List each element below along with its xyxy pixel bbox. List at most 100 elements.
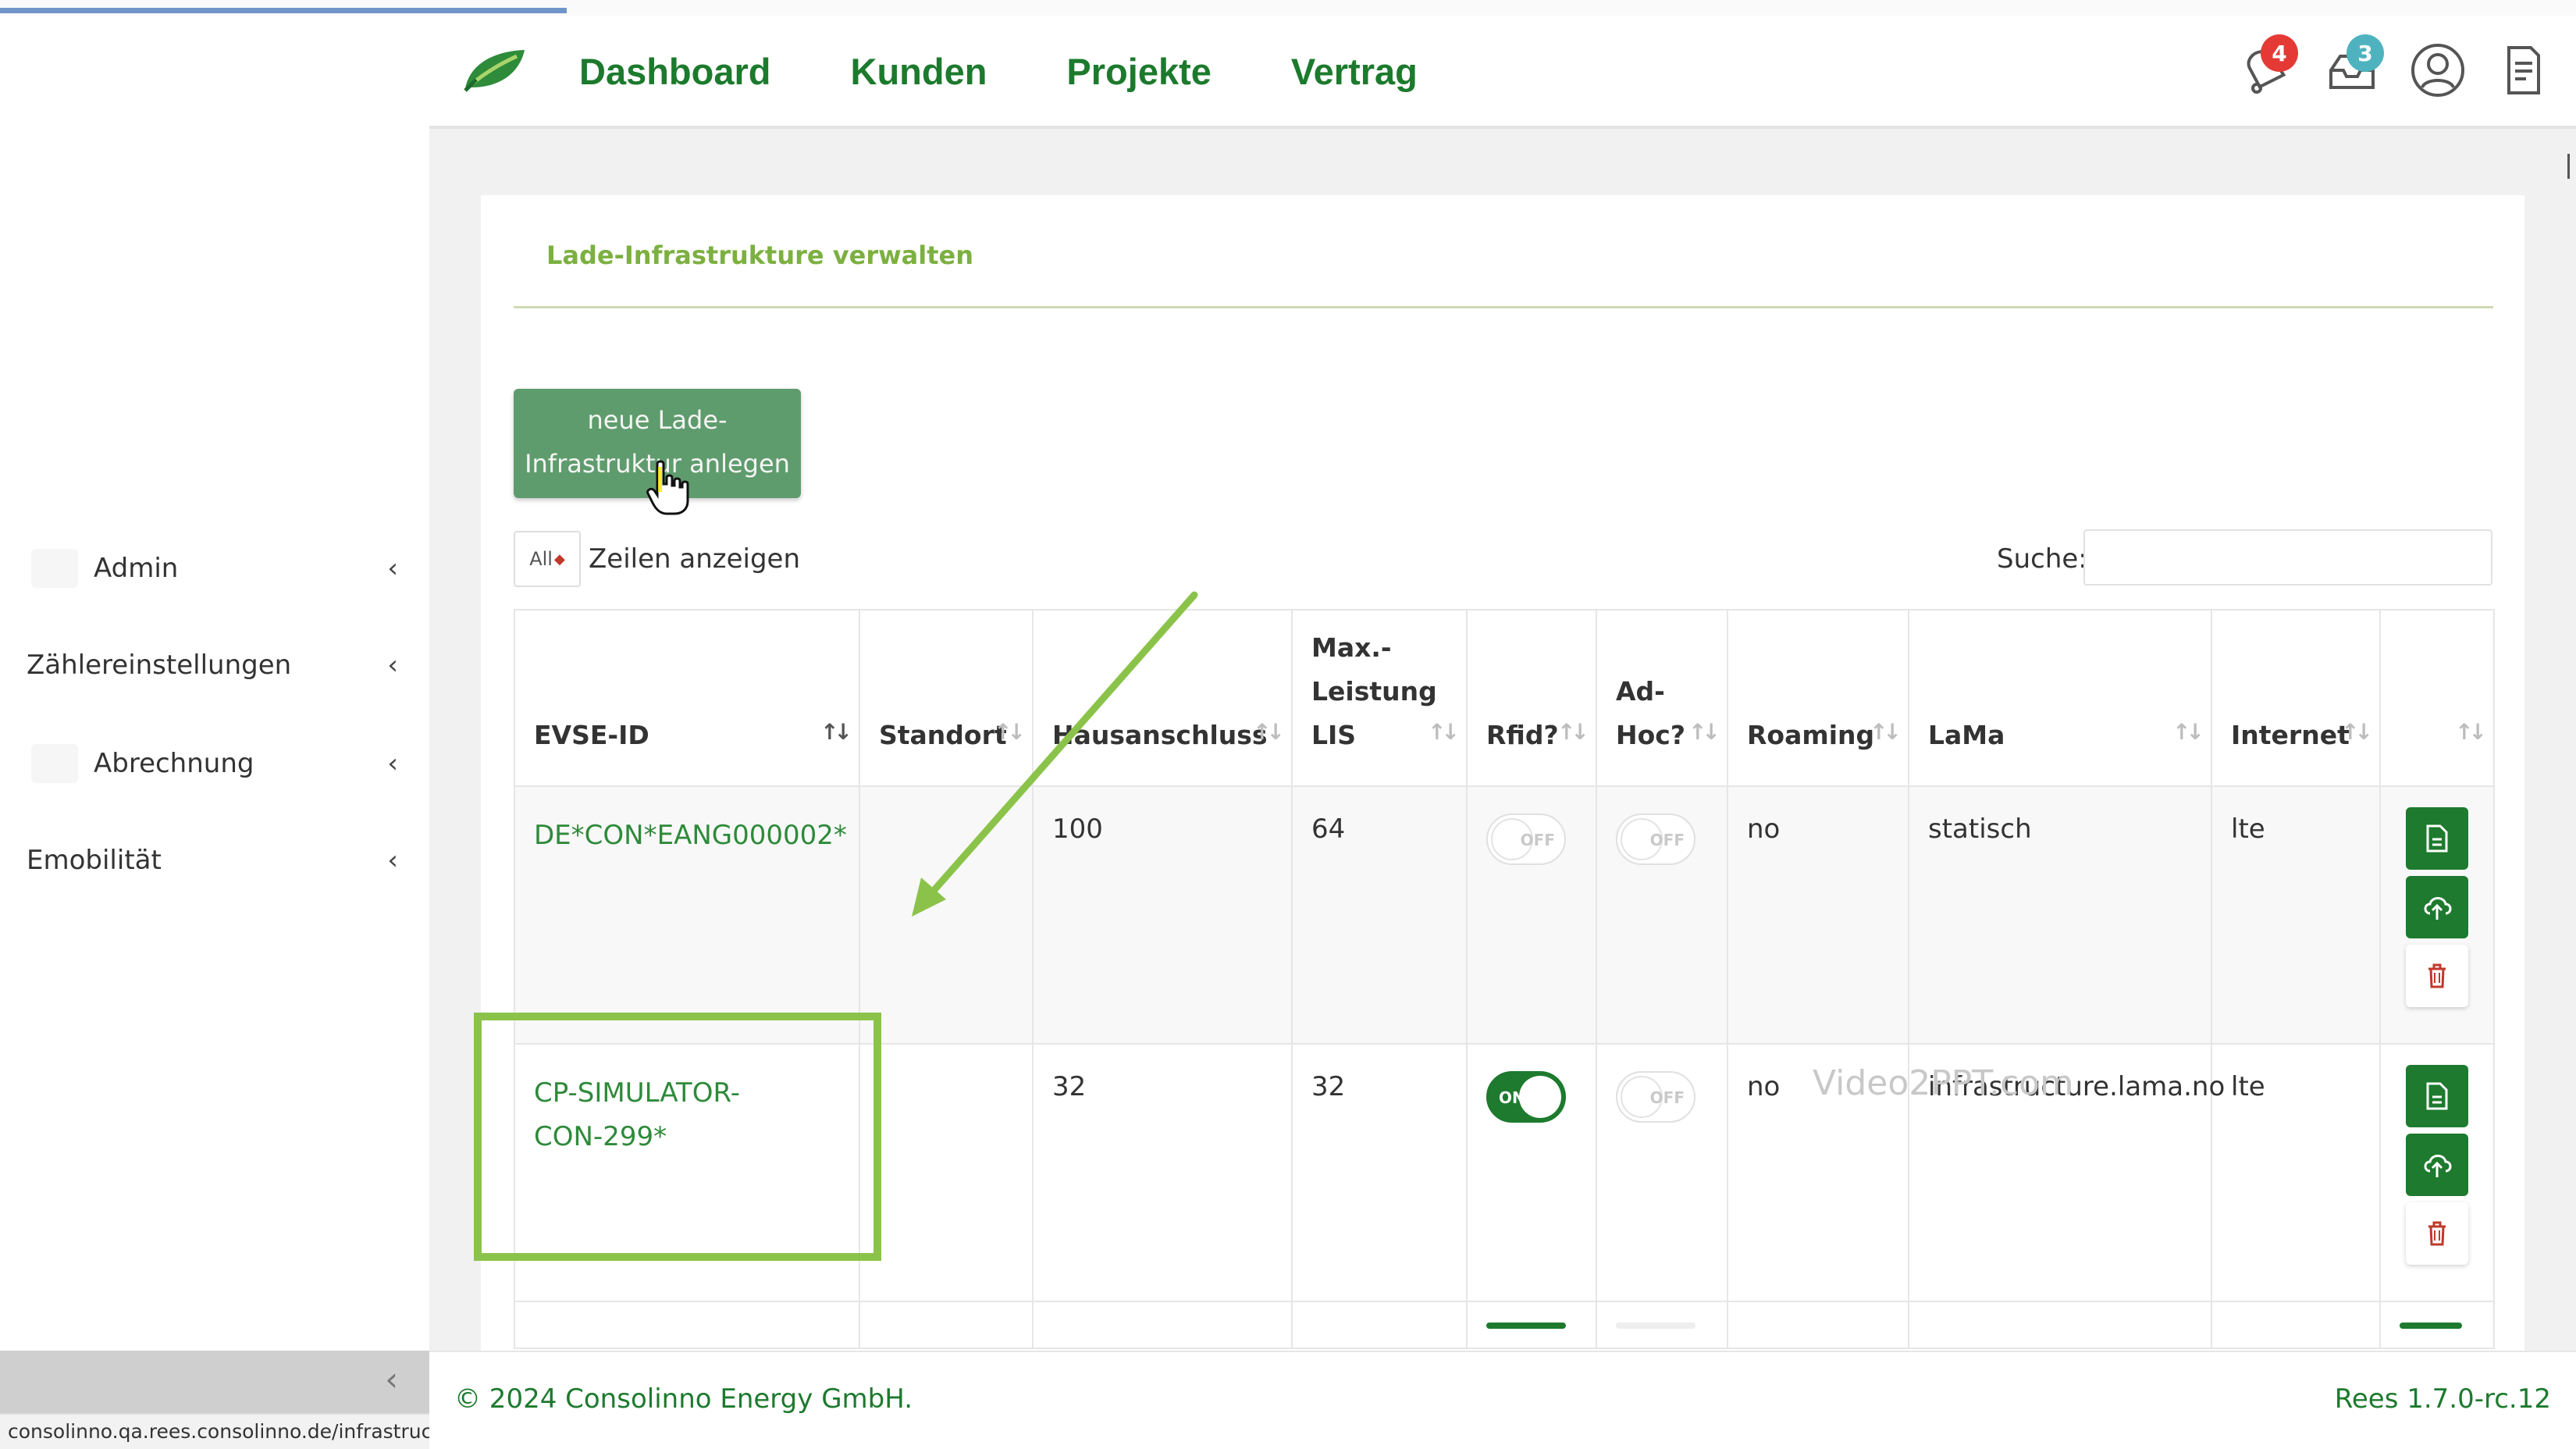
cell-lama <box>1908 1301 2212 1349</box>
divider <box>514 306 2493 308</box>
cell-standort <box>859 1043 1034 1302</box>
toggle-state: OFF <box>1649 1088 1685 1107</box>
toggle-state: OFF <box>1649 831 1685 849</box>
cell-evse-id[interactable]: DE*CON*EANG000002* <box>514 785 860 1045</box>
header-label: Rfid? <box>1486 720 1559 750</box>
column-header-max-leistung[interactable]: Max.- Leistung LIS ↑↓ <box>1291 609 1468 787</box>
scrollbar[interactable] <box>2567 154 2570 179</box>
rows-per-page-label: Zeilen anzeigen <box>589 543 801 575</box>
sidebar-item-label: Emobilität <box>27 845 162 876</box>
column-header-roaming[interactable]: Roaming ↑↓ <box>1727 609 1909 787</box>
footer-copyright: © 2024 Consolinno Energy GmbH. <box>454 1383 913 1415</box>
sidebar-collapse-button[interactable]: ‹ <box>0 1351 429 1413</box>
browser-loading-bar <box>0 0 2576 17</box>
header-label-line: Max.- <box>1311 632 1392 663</box>
trash-icon <box>2428 1221 2446 1246</box>
cell-evse-id[interactable]: CP-SIMULATOR- CON-299* <box>514 1043 860 1302</box>
edit-button[interactable] <box>2400 1323 2462 1329</box>
header-label: EVSE-ID <box>534 720 649 750</box>
cell-standort <box>859 1301 1034 1349</box>
row-actions <box>2381 1065 2493 1265</box>
cloud-upload-icon <box>2424 897 2452 920</box>
consolinno-logo[interactable] <box>461 45 528 94</box>
cell-max-leistung <box>1291 1301 1468 1349</box>
column-header-rfid[interactable]: Rfid? ↑↓ <box>1466 609 1597 787</box>
button-label-line1: neue Lade- <box>587 405 728 435</box>
column-header-evse-id[interactable]: EVSE-ID ↑↓ <box>514 609 860 787</box>
rows-per-page-select[interactable]: All ◆ <box>514 531 581 587</box>
footer: © 2024 Consolinno Energy GmbH. Rees 1.7.… <box>429 1351 2576 1449</box>
sidebar-item-abrechnung[interactable]: Abrechnung ‹ <box>0 724 429 803</box>
cell-rfid: OFF <box>1466 785 1597 1045</box>
rfid-toggle[interactable]: ON <box>1486 1071 1566 1123</box>
sort-icon: ↑↓ <box>994 719 1026 745</box>
header-label-line: Leistung <box>1311 676 1437 707</box>
header-label: LaMa <box>1928 720 2005 750</box>
edit-button[interactable] <box>2406 807 2468 870</box>
nav-projekte[interactable]: Projekte <box>1066 50 1211 93</box>
header-label-line: Ad- <box>1616 676 1665 707</box>
cell-max-leistung: 32 <box>1291 1043 1468 1302</box>
sidebar-item-admin[interactable]: Admin ‹ <box>0 529 429 607</box>
sidebar-item-zaehlereinstellungen[interactable]: Zählereinstellungen ‹ <box>0 626 429 704</box>
notifications-badge: 4 <box>2261 34 2298 72</box>
rfid-toggle[interactable]: OFF <box>1486 814 1566 865</box>
page-title: Lade-Infrastrukture verwalten <box>546 240 973 270</box>
adhoc-toggle[interactable]: OFF <box>1616 1071 1695 1123</box>
nav-kunden[interactable]: Kunden <box>851 50 987 93</box>
infrastructure-card: Lade-Infrastrukture verwalten neue Lade-… <box>481 195 2524 1351</box>
column-header-hausanschluss[interactable]: Hausanschluss ↑↓ <box>1032 609 1293 787</box>
document-icon <box>2426 1082 2448 1110</box>
user-icon <box>2411 44 2464 97</box>
rfid-toggle[interactable] <box>1486 1323 1566 1329</box>
upload-button[interactable] <box>2406 1134 2468 1196</box>
header-label: Internet <box>2231 720 2350 750</box>
cell-lama: statisch <box>1908 785 2212 1045</box>
table-row: CP-SIMULATOR- CON-299* 32 32 ON OFF no in… <box>514 1043 2495 1302</box>
column-header-internet[interactable]: Internet ↑↓ <box>2211 609 2381 787</box>
adhoc-toggle[interactable]: OFF <box>1616 814 1695 865</box>
header-label: Roaming <box>1747 720 1875 750</box>
sidebar-item-label: Zählereinstellungen <box>27 650 292 681</box>
chevron-left-icon: ‹ <box>387 553 398 584</box>
sort-icon: ↑↓ <box>1688 719 1720 745</box>
messages-button[interactable]: 3 <box>2323 34 2384 101</box>
chevron-left-icon: ‹ <box>385 1360 398 1398</box>
column-header-lama[interactable]: LaMa ↑↓ <box>1908 609 2212 787</box>
sort-icon: ↑↓ <box>1870 719 1902 745</box>
chevron-left-icon: ‹ <box>387 845 398 876</box>
search-input[interactable] <box>2083 529 2492 586</box>
cloud-upload-icon <box>2424 1155 2452 1177</box>
header-label: Standort <box>879 720 1007 750</box>
cell-max-leistung: 64 <box>1291 785 1468 1045</box>
new-infrastructure-button[interactable]: neue Lade- Infrastruktur anlegen <box>514 389 801 498</box>
cell-adhoc: OFF <box>1596 785 1728 1045</box>
table-row <box>514 1301 2495 1349</box>
cell-actions <box>2379 785 2495 1045</box>
user-profile-button[interactable] <box>2409 39 2467 101</box>
rows-per-page-value: All <box>529 548 553 570</box>
button-label-line2: Infrastruktur anlegen <box>525 449 790 479</box>
sidebar-item-emobilitaet[interactable]: Emobilität ‹ <box>0 821 429 899</box>
cell-rfid <box>1466 1301 1597 1349</box>
delete-button[interactable] <box>2406 945 2468 1007</box>
delete-button[interactable] <box>2406 1202 2468 1265</box>
upload-button[interactable] <box>2406 876 2468 938</box>
documents-button[interactable] <box>2495 39 2553 101</box>
cell-standort <box>859 785 1034 1045</box>
edit-button[interactable] <box>2406 1065 2468 1127</box>
evse-id-line: CON-299* <box>534 1121 667 1152</box>
chevron-left-icon: ‹ <box>387 748 398 779</box>
adhoc-toggle[interactable] <box>1616 1323 1695 1329</box>
infrastructure-table: EVSE-ID ↑↓ Standort ↑↓ Hausanschluss ↑↓ Max… <box>514 609 2495 1349</box>
column-header-standort[interactable]: Standort ↑↓ <box>859 609 1034 787</box>
sort-icon: ↑↓ <box>2172 719 2204 745</box>
column-header-adhoc[interactable]: Ad- Hoc? ↑↓ <box>1596 609 1728 787</box>
evse-id-line: CP-SIMULATOR- <box>534 1077 740 1109</box>
toggle-state: OFF <box>1520 831 1555 849</box>
column-header-actions[interactable]: ↑↓ <box>2379 609 2495 787</box>
nav-dashboard[interactable]: Dashboard <box>579 50 771 93</box>
nav-vertrag[interactable]: Vertrag <box>1291 50 1418 93</box>
cell-internet: lte <box>2211 1043 2381 1302</box>
notifications-button[interactable]: 4 <box>2237 34 2298 101</box>
